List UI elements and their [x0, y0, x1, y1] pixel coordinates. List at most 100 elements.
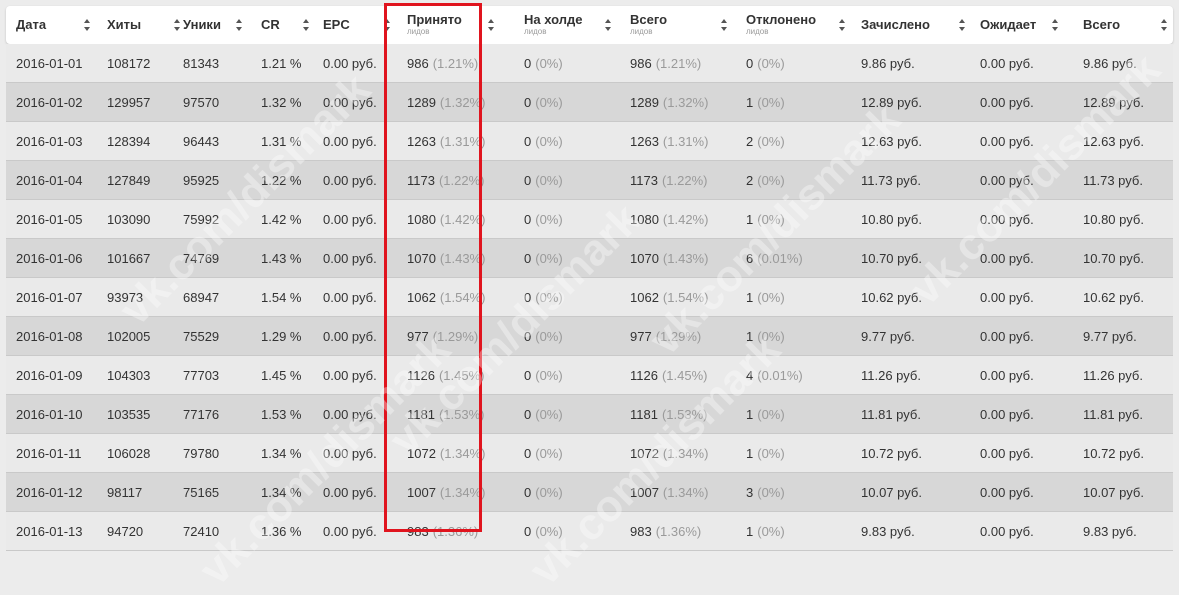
cell-value: 0.00 руб.: [323, 328, 377, 344]
cell-value: 1.34 %: [261, 445, 302, 461]
cell-value: 1080: [630, 211, 659, 227]
cell-value: 0.00 руб.: [980, 172, 1034, 188]
cell-percent: (1.54%): [439, 289, 486, 305]
header-epc[interactable]: EPC: [323, 6, 350, 44]
cell-value: 0: [746, 55, 754, 71]
cell-total_money: 9.77 руб.: [1083, 317, 1137, 355]
sort-icon[interactable]: [236, 19, 243, 31]
cell-value: 0.00 руб.: [323, 94, 377, 110]
cell-cr: 1.31 %: [261, 122, 301, 160]
cell-hold: 0 (0%): [524, 317, 563, 355]
cell-epc: 0.00 руб.: [323, 44, 377, 82]
cell-total_leads: 1173 (1.22%): [630, 161, 708, 199]
header-text: На холде лидов: [524, 13, 583, 37]
sort-icon[interactable]: [959, 19, 966, 31]
header-sublabel: лидов: [524, 27, 547, 36]
cell-pending: 0.00 руб.: [980, 317, 1034, 355]
header-accepted[interactable]: Принято лидов: [407, 6, 462, 44]
cell-percent: (1.43%): [439, 250, 486, 266]
cell-percent: (1.36%): [655, 523, 702, 539]
cell-cr: 1.34 %: [261, 434, 301, 472]
cell-credited: 10.62 руб.: [861, 278, 922, 316]
cell-value: 129957: [107, 94, 151, 110]
header-total_leads[interactable]: Всего лидов: [630, 6, 667, 44]
header-total_money[interactable]: Всего: [1083, 6, 1120, 44]
cell-hits: 106028: [107, 434, 150, 472]
cell-value: 6: [746, 250, 754, 266]
cell-accepted: 977 (1.29%): [407, 317, 478, 355]
cell-pending: 0.00 руб.: [980, 161, 1034, 199]
cell-value: 1007: [630, 484, 659, 500]
cell-rejected: 1 (0%): [746, 83, 785, 121]
header-date[interactable]: Дата: [16, 6, 46, 44]
cell-hits: 102005: [107, 317, 150, 355]
header-text: Зачислено: [861, 18, 930, 32]
header-label: Всего: [1083, 17, 1121, 32]
cell-percent: (0%): [535, 289, 563, 305]
cell-credited: 10.07 руб.: [861, 473, 922, 511]
cell-percent: (0%): [535, 172, 563, 188]
header-rejected[interactable]: Отклонено лидов: [746, 6, 816, 44]
cell-value: 108172: [107, 55, 151, 71]
cell-percent: (0%): [535, 367, 563, 383]
cell-total_leads: 983 (1.36%): [630, 512, 701, 550]
header-credited[interactable]: Зачислено: [861, 6, 930, 44]
cell-value: 0: [524, 523, 532, 539]
cell-hold: 0 (0%): [524, 512, 563, 550]
cell-value: 2016-01-12: [16, 484, 83, 500]
cell-value: 0.00 руб.: [323, 406, 377, 422]
sort-icon[interactable]: [1161, 19, 1168, 31]
cell-value: 1263: [407, 133, 436, 149]
cell-epc: 0.00 руб.: [323, 83, 377, 121]
header-pending[interactable]: Ожидает: [980, 6, 1036, 44]
cell-value: 2016-01-06: [16, 250, 83, 266]
sort-icon[interactable]: [488, 19, 495, 31]
cell-percent: (0%): [535, 133, 563, 149]
header-sublabel: лидов: [746, 27, 769, 36]
sort-icon[interactable]: [721, 19, 728, 31]
cell-percent: (0%): [535, 250, 563, 266]
cell-pending: 0.00 руб.: [980, 473, 1034, 511]
cell-date: 2016-01-11: [16, 434, 82, 472]
cell-value: 1.53 %: [261, 406, 302, 422]
cell-cr: 1.29 %: [261, 317, 301, 355]
cell-date: 2016-01-06: [16, 239, 83, 277]
header-hits[interactable]: Хиты: [107, 6, 141, 44]
cell-epc: 0.00 руб.: [323, 317, 377, 355]
cell-percent: (1.29%): [432, 328, 479, 344]
cell-total_money: 9.86 руб.: [1083, 44, 1137, 82]
cell-value: 2016-01-10: [16, 406, 83, 422]
cell-credited: 10.80 руб.: [861, 200, 922, 238]
cell-total_leads: 1007 (1.34%): [630, 473, 708, 511]
cell-value: 0.00 руб.: [980, 55, 1034, 71]
sort-icon[interactable]: [84, 19, 91, 31]
cell-value: 2016-01-09: [16, 367, 83, 383]
sort-icon[interactable]: [839, 19, 846, 31]
cell-value: 11.26 руб.: [1083, 367, 1143, 383]
cell-percent: (0%): [757, 55, 785, 71]
header-text: Хиты: [107, 18, 141, 32]
cell-date: 2016-01-02: [16, 83, 83, 121]
header-text: Всего: [1083, 18, 1120, 32]
sort-icon[interactable]: [384, 19, 391, 31]
header-hold[interactable]: На холде лидов: [524, 6, 583, 44]
cell-credited: 11.26 руб.: [861, 356, 921, 394]
cell-value: 2016-01-01: [16, 55, 83, 71]
header-uniques[interactable]: Уники: [183, 6, 221, 44]
cell-percent: (1.32%): [662, 94, 709, 110]
sort-icon[interactable]: [1052, 19, 1059, 31]
cell-percent: (1.31%): [439, 133, 486, 149]
cell-hold: 0 (0%): [524, 200, 563, 238]
cell-value: 10.80 руб.: [861, 211, 922, 227]
sort-icon[interactable]: [303, 19, 310, 31]
cell-value: 77176: [183, 406, 220, 422]
cell-value: 11.73 руб.: [861, 172, 921, 188]
cell-credited: 11.73 руб.: [861, 161, 921, 199]
cell-value: 11.81 руб.: [1083, 406, 1143, 422]
header-cr[interactable]: CR: [261, 6, 280, 44]
cell-value: 9.86 руб.: [861, 55, 915, 71]
cell-uniques: 79780: [183, 434, 219, 472]
cell-value: 9.83 руб.: [861, 523, 915, 539]
sort-icon[interactable]: [605, 19, 612, 31]
sort-icon[interactable]: [174, 19, 181, 31]
